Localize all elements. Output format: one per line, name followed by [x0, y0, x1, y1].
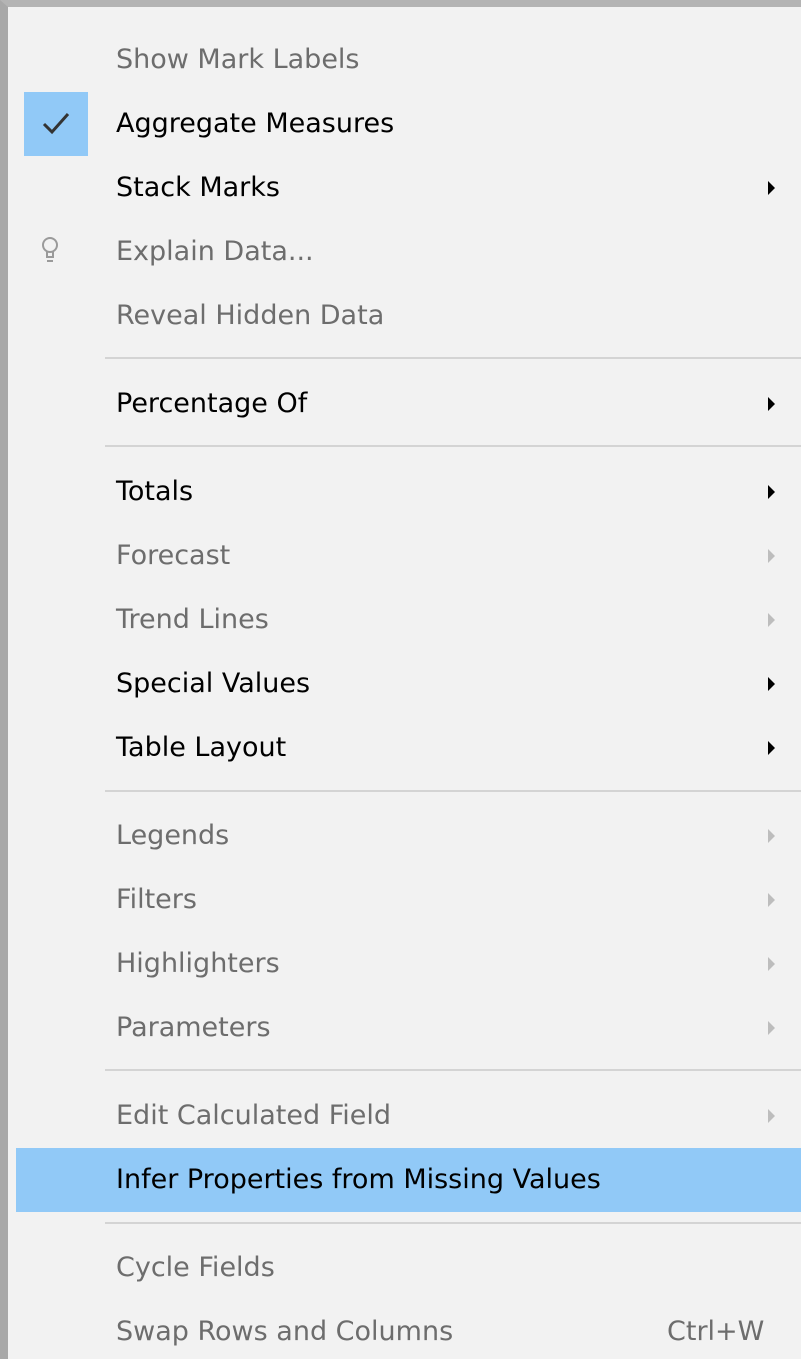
menu-item-label: Table Layout [116, 732, 287, 763]
submenu-arrow-icon [768, 397, 775, 411]
menu-item-label: Stack Marks [116, 172, 280, 203]
menu-item-label: Explain Data... [116, 236, 314, 267]
menu-separator [105, 1222, 801, 1224]
menu-item-label: Legends [116, 820, 230, 851]
menu-item-label: Aggregate Measures [116, 108, 395, 139]
menu-item-label: Infer Properties from Missing Values [116, 1164, 601, 1195]
menu-item-show-mark-labels[interactable]: Show Mark Labels [16, 28, 801, 92]
menu-item-label: Special Values [116, 668, 311, 699]
menu-separator [105, 790, 801, 792]
submenu-arrow-icon [768, 957, 775, 971]
submenu-arrow-icon [768, 829, 775, 843]
shortcut-label: Ctrl+W [667, 1316, 765, 1347]
menu-item-explain-data[interactable]: Explain Data... [16, 220, 801, 284]
menu-item-filters[interactable]: Filters [16, 868, 801, 932]
menu-item-legends[interactable]: Legends [16, 804, 801, 868]
submenu-arrow-icon [768, 549, 775, 563]
menu-separator [105, 1069, 801, 1071]
submenu-arrow-icon [768, 485, 775, 499]
menu-item-label: Reveal Hidden Data [116, 300, 385, 331]
menu-item-percentage-of[interactable]: Percentage Of [16, 372, 801, 436]
checkmark-icon [24, 92, 88, 156]
submenu-arrow-icon [768, 181, 775, 195]
menu-item-stack-marks[interactable]: Stack Marks [16, 156, 801, 220]
menu-item-edit-calculated-field[interactable]: Edit Calculated Field [16, 1084, 801, 1148]
menu-separator [105, 445, 801, 447]
menu-item-totals[interactable]: Totals [16, 460, 801, 524]
menu-item-label: Parameters [116, 1012, 271, 1043]
submenu-arrow-icon [768, 613, 775, 627]
menu-item-trend-lines[interactable]: Trend Lines [16, 588, 801, 652]
menu-item-label: Highlighters [116, 948, 280, 979]
menu-item-label: Trend Lines [116, 604, 269, 635]
menu-item-label: Cycle Fields [116, 1252, 275, 1283]
menu-item-parameters[interactable]: Parameters [16, 996, 801, 1060]
menu-item-swap-rows-and-columns[interactable]: Swap Rows and Columns Ctrl+W [16, 1300, 801, 1364]
menu-separator [105, 357, 801, 359]
menu-item-label: Totals [116, 476, 194, 507]
menu-item-table-layout[interactable]: Table Layout [16, 716, 801, 780]
submenu-arrow-icon [768, 893, 775, 907]
submenu-arrow-icon [768, 741, 775, 755]
menu-item-forecast[interactable]: Forecast [16, 524, 801, 588]
menu-item-reveal-hidden-data[interactable]: Reveal Hidden Data [16, 284, 801, 348]
menu-item-label: Swap Rows and Columns [116, 1316, 454, 1347]
menu-item-label: Filters [116, 884, 197, 915]
submenu-arrow-icon [768, 677, 775, 691]
menu-item-special-values[interactable]: Special Values [16, 652, 801, 716]
menu-item-label: Forecast [116, 540, 231, 571]
menu-item-label: Show Mark Labels [116, 44, 360, 75]
menu-item-label: Edit Calculated Field [116, 1100, 392, 1131]
menu-item-cycle-fields[interactable]: Cycle Fields [16, 1236, 801, 1300]
menu-item-highlighters[interactable]: Highlighters [16, 932, 801, 996]
menu-item-label: Percentage Of [116, 388, 308, 419]
menu-item-aggregate-measures[interactable]: Aggregate Measures [16, 92, 801, 156]
context-menu: Show Mark Labels Aggregate Measures Stac… [0, 0, 801, 1359]
menu-item-infer-properties[interactable]: Infer Properties from Missing Values [16, 1148, 801, 1212]
submenu-arrow-icon [768, 1109, 775, 1123]
lightbulb-icon [40, 235, 60, 274]
submenu-arrow-icon [768, 1021, 775, 1035]
